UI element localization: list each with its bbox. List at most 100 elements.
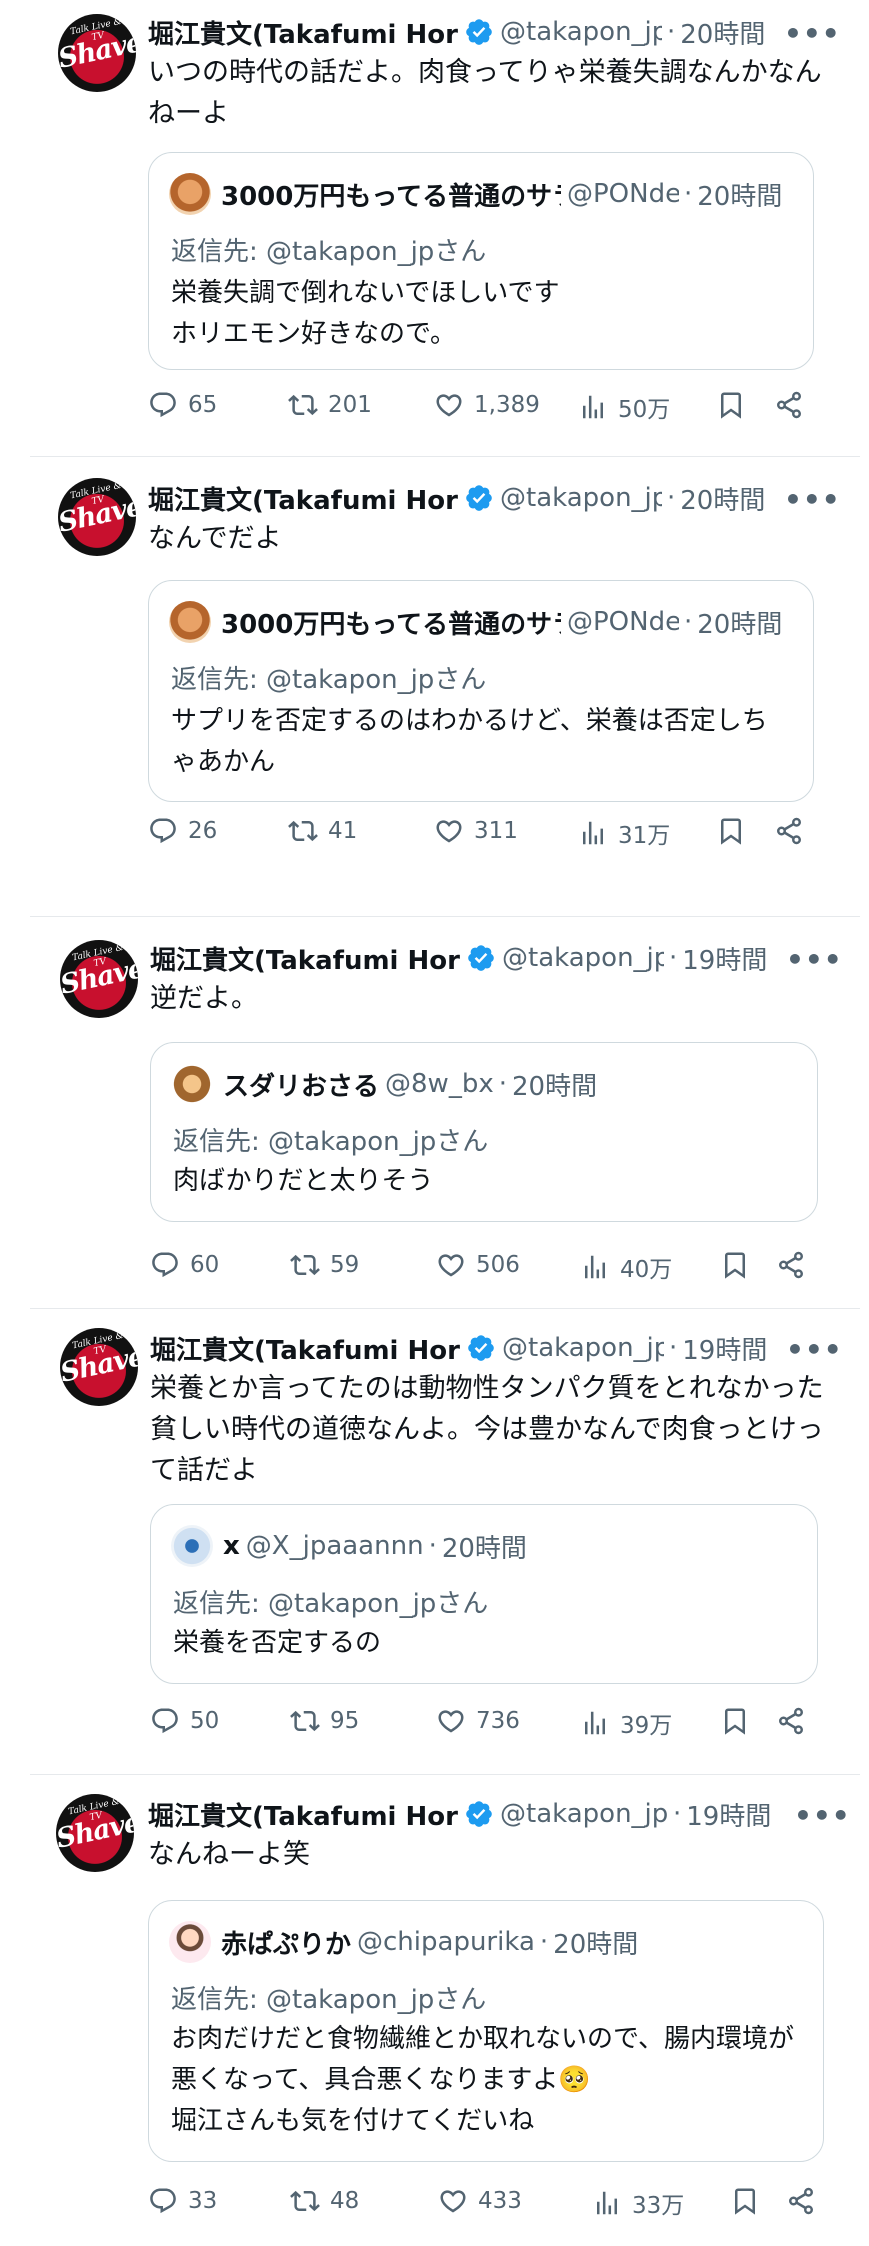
quote-author-name[interactable]: x <box>223 1531 240 1561</box>
author-handle[interactable]: @takapon_jp <box>502 943 664 973</box>
repost-button[interactable]: 95 <box>290 1706 359 1736</box>
reply-button[interactable]: 65 <box>148 390 217 420</box>
like-button[interactable]: 433 <box>438 2186 522 2216</box>
more-options-icon[interactable]: ••• <box>786 946 843 974</box>
avatar[interactable]: Talk Live & TV Shave <box>58 14 136 92</box>
bookmark-button[interactable] <box>716 816 746 850</box>
quoted-tweet[interactable]: x @X_jpaaannn · 20時間 返信先: @takapon_jpさん … <box>150 1504 818 1684</box>
quoted-tweet[interactable]: 3000万円もってる普通のサラリーマン @PONdeRing · 20時間 返信… <box>148 580 814 802</box>
author-handle[interactable]: @takapon_jp <box>500 483 662 513</box>
avatar[interactable]: Talk Live & TV Shave <box>56 1794 134 1872</box>
reply-button[interactable]: 50 <box>150 1706 219 1736</box>
author-handle[interactable]: @takapon_jp <box>500 1799 668 1829</box>
reply-button[interactable]: 26 <box>148 816 217 846</box>
reply-icon <box>150 2188 176 2214</box>
repost-button[interactable]: 48 <box>290 2186 359 2216</box>
reply-context[interactable]: 返信先: @takapon_jpさん <box>173 1583 488 1620</box>
like-button[interactable]: 1,389 <box>434 390 540 420</box>
quoted-tweet[interactable]: スダリおさる @8w_bx · 20時間 返信先: @takapon_jpさん … <box>150 1042 818 1222</box>
views-button[interactable]: 31万 <box>578 816 670 850</box>
like-button[interactable]: 311 <box>434 816 518 846</box>
quote-author-name[interactable]: 3000万円もってる普通のサラリーマン <box>221 176 561 213</box>
author-handle[interactable]: @takapon_jp <box>502 1333 664 1363</box>
more-options-icon[interactable]: ••• <box>794 1802 851 1830</box>
quote-author-handle[interactable]: @PONdeRing <box>567 607 679 637</box>
share-button[interactable] <box>776 1706 806 1740</box>
more-options-icon[interactable]: ••• <box>784 20 841 48</box>
quote-author-name[interactable]: スダリおさる <box>223 1066 379 1103</box>
repost-button[interactable]: 59 <box>290 1250 359 1280</box>
tweet-header: 堀江貴文(Takafumi Horie) @takapon_jp · 20時間 <box>148 478 765 518</box>
like-button[interactable]: 506 <box>436 1250 520 1280</box>
tweet[interactable]: Talk Live & TV Shave 堀江貴文(Takafumi Horie… <box>0 1776 869 2246</box>
like-button[interactable]: 736 <box>436 1706 520 1736</box>
tweet[interactable]: Talk Live & TV Shave 堀江貴文(Takafumi Horie… <box>0 460 869 900</box>
author-name[interactable]: 堀江貴文(Takafumi Horie) <box>150 1330 462 1367</box>
bookmark-button[interactable] <box>730 2186 760 2220</box>
views-count: 39万 <box>620 1713 673 1739</box>
repost-button[interactable]: 201 <box>288 390 372 420</box>
tweet[interactable]: Talk Live & TV Shave 堀江貴文(Takafumi Horie… <box>0 0 869 450</box>
author-name[interactable]: 堀江貴文(Takafumi Horie) <box>148 480 460 517</box>
quote-timestamp[interactable]: 20時間 <box>697 176 782 213</box>
quote-avatar[interactable] <box>171 1525 213 1567</box>
quoted-tweet[interactable]: 3000万円もってる普通のサラリーマン @PONdeRing · 20時間 返信… <box>148 152 814 370</box>
reply-context[interactable]: 返信先: @takapon_jpさん <box>171 659 486 696</box>
views-button[interactable]: 40万 <box>580 1250 672 1284</box>
share-button[interactable] <box>786 2186 816 2220</box>
bookmark-button[interactable] <box>720 1706 750 1740</box>
views-button[interactable]: 50万 <box>578 390 670 424</box>
timestamp[interactable]: 20時間 <box>680 480 765 517</box>
repost-button[interactable]: 41 <box>288 816 357 846</box>
bookmark-icon <box>725 1252 745 1279</box>
reply-button[interactable]: 33 <box>148 2186 217 2216</box>
quote-author-handle[interactable]: @8w_bx <box>385 1069 494 1099</box>
author-name[interactable]: 堀江貴文(Takafumi Horie) <box>150 940 462 977</box>
quote-avatar[interactable] <box>169 173 211 215</box>
quote-avatar[interactable] <box>171 1063 213 1105</box>
reply-context[interactable]: 返信先: @takapon_jpさん <box>171 231 486 268</box>
quoted-tweet[interactable]: 赤ぱぷりか @chipapurika · 20時間 返信先: @takapon_… <box>148 1900 824 2162</box>
timestamp[interactable]: 19時間 <box>686 1796 771 1833</box>
bookmark-button[interactable] <box>720 1250 750 1284</box>
quote-text: 肉ばかりだと太りそう <box>173 1166 434 1196</box>
more-options-icon[interactable]: ••• <box>786 1336 843 1364</box>
quote-author-name[interactable]: 3000万円もってる普通のサラリーマン <box>221 604 561 641</box>
reply-context[interactable]: 返信先: @takapon_jpさん <box>173 1121 488 1158</box>
timestamp[interactable]: 19時間 <box>682 1330 767 1367</box>
timestamp[interactable]: 19時間 <box>682 940 767 977</box>
avatar[interactable]: Talk Live & TV Shave <box>60 940 138 1018</box>
quote-timestamp[interactable]: 20時間 <box>442 1528 527 1565</box>
separator-dot: · <box>667 17 676 47</box>
heart-icon <box>440 2190 466 2213</box>
reply-button[interactable]: 60 <box>150 1250 219 1280</box>
tweet[interactable]: Talk Live & TV Shave 堀江貴文(Takafumi Horie… <box>0 920 869 1310</box>
quote-author-handle[interactable]: @X_jpaaannn <box>246 1531 424 1561</box>
quote-avatar[interactable] <box>169 1921 211 1963</box>
quote-timestamp[interactable]: 20時間 <box>553 1924 638 1961</box>
quote-header: 3000万円もってる普通のサラリーマン @PONdeRing · 20時間 <box>169 173 782 215</box>
quote-author-handle[interactable]: @PONdeRing <box>567 179 679 209</box>
tweet[interactable]: Talk Live & TV Shave 堀江貴文(Takafumi Horie… <box>0 1310 869 1756</box>
avatar[interactable]: Talk Live & TV Shave <box>58 478 136 556</box>
share-button[interactable] <box>776 1250 806 1284</box>
verified-badge-icon <box>466 19 492 45</box>
share-button[interactable] <box>774 390 804 424</box>
avatar[interactable]: Talk Live & TV Shave <box>60 1328 138 1406</box>
author-handle[interactable]: @takapon_jp <box>500 17 662 47</box>
timestamp[interactable]: 20時間 <box>680 14 765 51</box>
quote-timestamp[interactable]: 20時間 <box>697 604 782 641</box>
quote-author-handle[interactable]: @chipapurika <box>357 1927 535 1957</box>
quote-author-name[interactable]: 赤ぱぷりか <box>221 1924 351 1961</box>
quote-avatar[interactable] <box>169 601 211 643</box>
reply-context[interactable]: 返信先: @takapon_jpさん <box>171 1979 486 2016</box>
author-name[interactable]: 堀江貴文(Takafumi Horie) <box>148 1796 460 1833</box>
views-button[interactable]: 39万 <box>580 1706 672 1740</box>
share-button[interactable] <box>774 816 804 850</box>
quote-timestamp[interactable]: 20時間 <box>512 1066 597 1103</box>
bookmark-button[interactable] <box>716 390 746 424</box>
repost-icon <box>290 1254 320 1276</box>
author-name[interactable]: 堀江貴文(Takafumi Horie) <box>148 14 460 51</box>
more-options-icon[interactable]: ••• <box>784 486 841 514</box>
views-button[interactable]: 33万 <box>592 2186 684 2220</box>
